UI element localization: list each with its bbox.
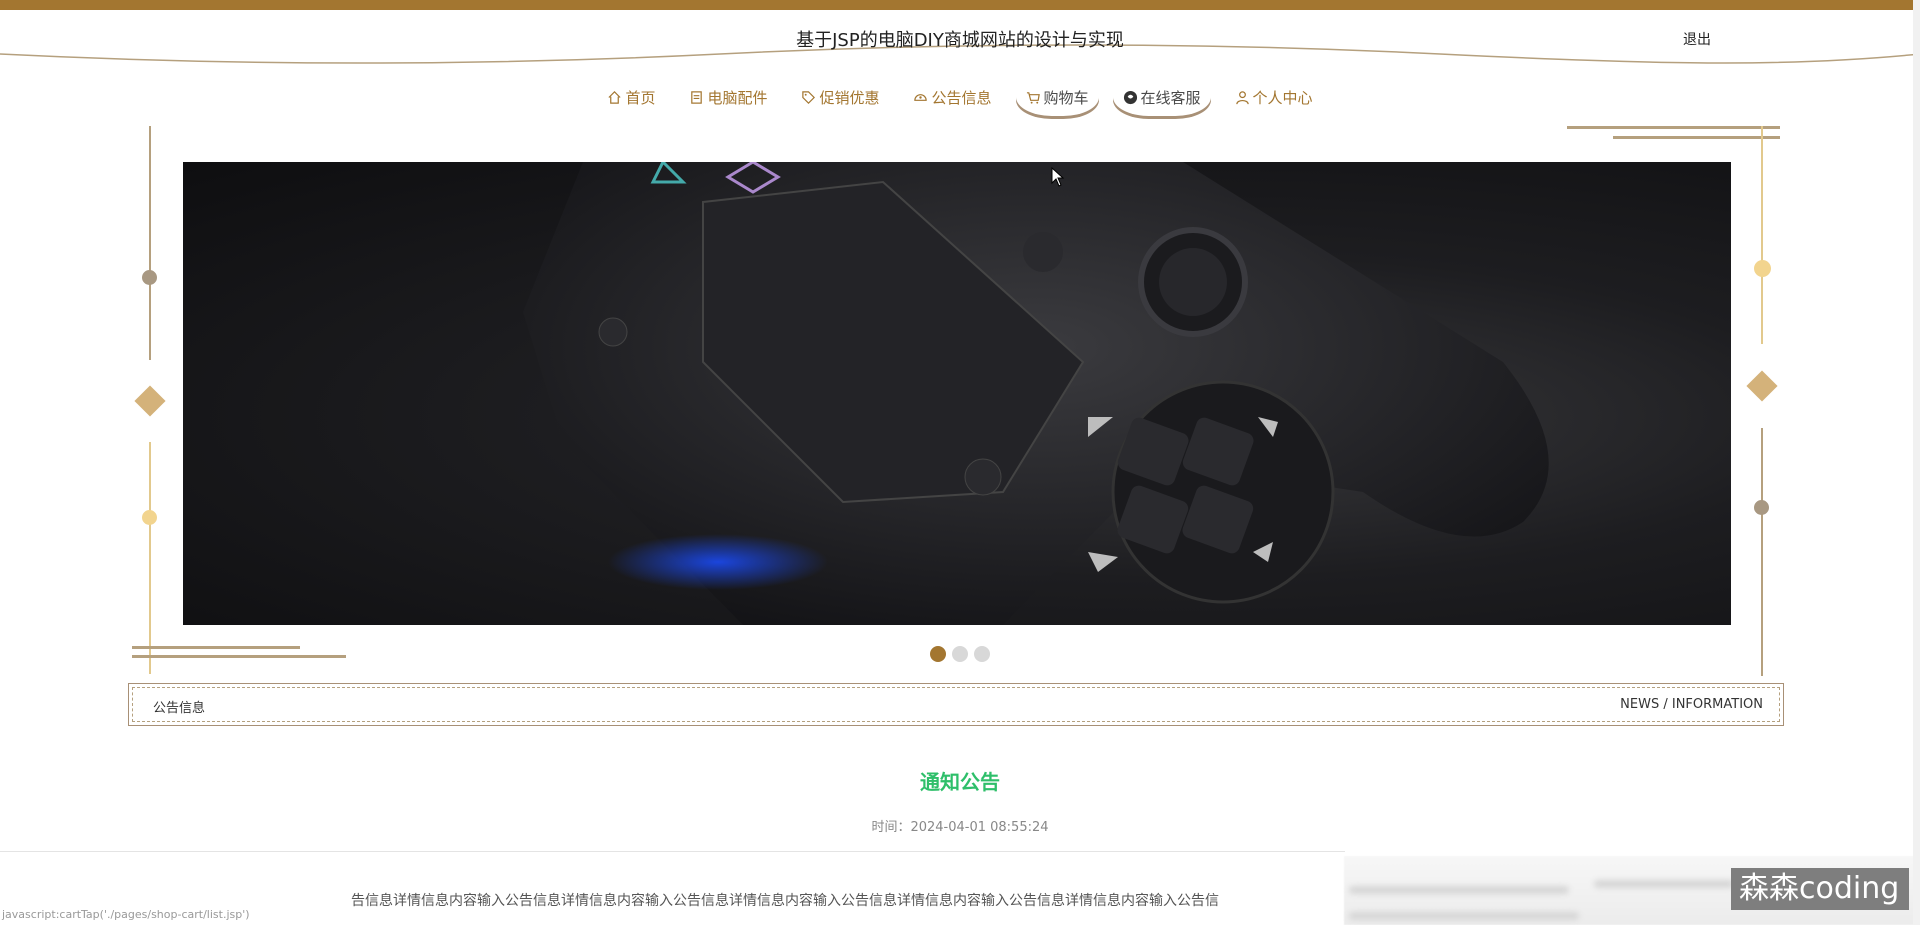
section-subtitle: NEWS / INFORMATION	[1620, 697, 1763, 712]
nav-notices[interactable]: 公告信息	[903, 78, 1001, 116]
left-deco-dot-gold	[142, 510, 157, 525]
notice-time: 时间：2024-04-01 08:55:24	[871, 820, 1049, 835]
right-deco-dot	[1754, 500, 1769, 515]
nav-products-label: 电脑配件	[707, 88, 768, 107]
section-header: 公告信息 NEWS / INFORMATION	[128, 683, 1784, 726]
main-navigation: 首页 电脑配件 促销优惠 公告信息 购物车 在线客服 个人中心	[0, 78, 1920, 116]
nav-customer-service-label: 在线客服	[1140, 88, 1201, 107]
nav-home-label: 首页	[625, 88, 656, 107]
page-scrollbar[interactable]	[1913, 0, 1920, 925]
watermark: 森森coding	[1731, 868, 1909, 910]
blurred-text-line	[1349, 886, 1569, 894]
logout-button[interactable]: 退出	[1683, 29, 1711, 49]
nav-user-center[interactable]: 个人中心	[1225, 78, 1323, 116]
nav-promotions-label: 促销优惠	[819, 88, 880, 107]
product-icon	[691, 90, 703, 104]
site-title: 基于JSP的电脑DIY商城网站的设计与实现	[796, 30, 1124, 51]
right-deco-line	[1761, 428, 1763, 676]
nav-promotions[interactable]: 促销优惠	[791, 78, 889, 116]
carousel-dot-1[interactable]	[930, 646, 946, 662]
left-diamond-arrow[interactable]	[134, 385, 166, 417]
home-icon	[608, 90, 621, 104]
carousel-banner[interactable]	[183, 162, 1731, 625]
notice-content: 告信息详情信息内容输入公告信息详情信息内容输入公告信息详情信息内容输入公告信息详…	[351, 893, 1219, 909]
nav-home[interactable]: 首页	[597, 78, 665, 116]
top-right-deco-bar	[1613, 136, 1780, 139]
cart-icon	[1026, 91, 1040, 104]
carousel-dot-2[interactable]	[952, 646, 968, 662]
left-deco-line	[149, 126, 151, 360]
nav-products[interactable]: 电脑配件	[679, 78, 777, 116]
left-deco-line-gold	[149, 442, 151, 674]
right-diamond-arrow[interactable]	[1746, 370, 1778, 402]
section-header-inner-border	[132, 687, 1780, 722]
nav-cart[interactable]: 购物车	[1016, 78, 1099, 116]
user-icon	[1235, 90, 1249, 104]
right-deco-line-gold	[1761, 126, 1763, 344]
nav-user-center-label: 个人中心	[1252, 88, 1313, 107]
nav-customer-service[interactable]: 在线客服	[1113, 78, 1211, 116]
section-title: 公告信息	[153, 701, 206, 716]
right-deco-dot-gold	[1754, 260, 1771, 277]
content-divider	[0, 851, 1345, 852]
blurred-text-line	[1349, 912, 1579, 920]
top-accent-bar	[0, 0, 1920, 10]
left-deco-dot	[142, 270, 157, 285]
carousel-dot-3[interactable]	[974, 646, 990, 662]
blurred-text-line	[1594, 880, 1734, 888]
nav-cart-label: 购物车	[1043, 88, 1089, 107]
chat-icon	[1123, 90, 1137, 104]
carousel-indicators	[0, 646, 1920, 662]
mouse-cursor-icon	[1051, 167, 1065, 187]
top-right-deco-bar	[1567, 126, 1780, 129]
notice-icon	[914, 93, 928, 101]
status-bar-url: javascript:cartTap('./pages/shop-cart/li…	[2, 908, 250, 921]
notice-title: 通知公告	[920, 770, 1000, 794]
game-controller-image	[523, 162, 1549, 625]
nav-notices-label: 公告信息	[931, 88, 992, 107]
tag-icon	[802, 90, 816, 104]
